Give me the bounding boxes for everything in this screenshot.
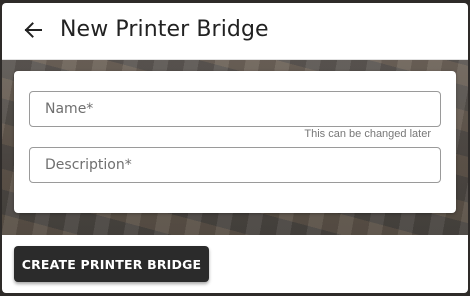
back-button[interactable]: [20, 19, 46, 45]
description-input[interactable]: [30, 148, 440, 182]
page-title: New Printer Bridge: [60, 17, 269, 42]
description-field-container: [29, 147, 441, 183]
name-field-container: [29, 91, 441, 127]
dialog-header: New Printer Bridge: [2, 3, 468, 60]
form-card: This can be changed later: [14, 71, 456, 213]
arrow-left-icon: [23, 20, 43, 44]
dialog-footer: CREATE PRINTER BRIDGE: [2, 235, 468, 293]
name-hint: This can be changed later: [304, 128, 431, 140]
create-printer-bridge-button[interactable]: CREATE PRINTER BRIDGE: [14, 246, 209, 282]
name-input[interactable]: [30, 92, 440, 126]
